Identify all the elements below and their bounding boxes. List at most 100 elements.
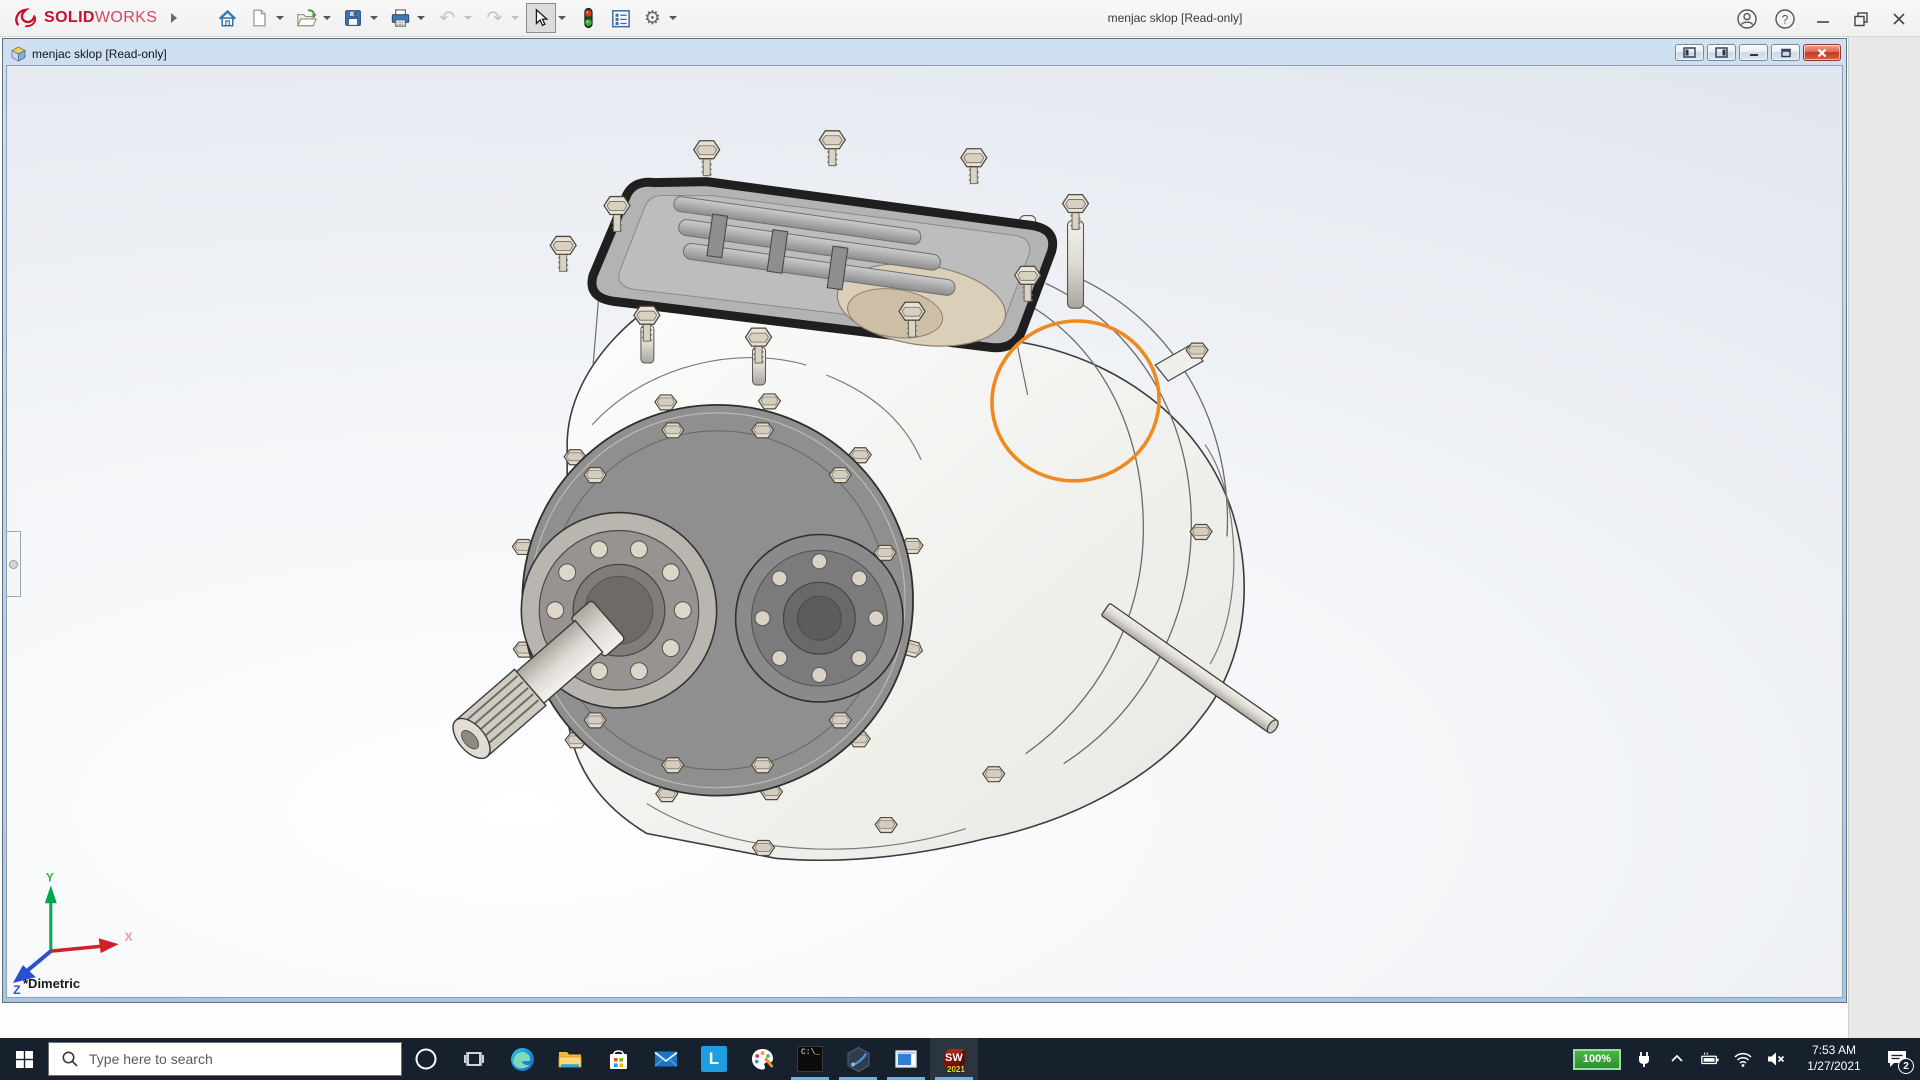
sw-year: 2021	[947, 1065, 965, 1074]
save-button[interactable]	[338, 3, 368, 33]
document-window-controls	[1675, 44, 1841, 61]
mail-icon	[653, 1046, 679, 1072]
axis-label-x: X	[125, 930, 133, 944]
microsoft-store-icon	[606, 1047, 631, 1072]
task-view-icon	[462, 1047, 486, 1071]
taskbar-app-edrawings[interactable]	[834, 1038, 882, 1080]
new-document-icon	[248, 7, 270, 29]
flyout-arrow-icon[interactable]	[171, 13, 177, 23]
toggle-right-pane-icon	[1715, 47, 1728, 58]
print-dropdown-caret[interactable]	[417, 16, 425, 20]
restore-icon	[1851, 9, 1871, 29]
minimize-button[interactable]	[1812, 8, 1834, 30]
client-area-gap	[1848, 37, 1920, 1038]
taskbar-clock[interactable]: 7:53 AM 1/27/2021	[1799, 1043, 1869, 1074]
paint-3d-icon	[749, 1046, 776, 1073]
axis-label-z: Z	[13, 983, 20, 997]
open-dropdown-caret[interactable]	[323, 16, 331, 20]
feature-pane-collapsed-tab[interactable]	[6, 531, 21, 597]
close-icon	[1816, 48, 1828, 58]
new-dropdown-caret[interactable]	[276, 16, 284, 20]
toggle-right-pane-button[interactable]	[1707, 44, 1736, 61]
edge-icon	[509, 1046, 536, 1073]
home-icon	[216, 7, 239, 30]
window-title: menjac sklop [Read-only]	[430, 11, 1920, 25]
taskbar-app-cad-viewer[interactable]	[882, 1038, 930, 1080]
view-orientation-label: *Dimetric	[23, 976, 80, 991]
help-button[interactable]: ?	[1774, 8, 1796, 30]
taskbar-app-mail[interactable]	[642, 1038, 690, 1080]
command-prompt-icon: C:\_	[797, 1046, 823, 1072]
titlebar-controls: ?	[1736, 0, 1910, 37]
clock-time: 7:53 AM	[1799, 1043, 1869, 1059]
taskbar-app-file-explorer[interactable]	[546, 1038, 594, 1080]
search-input[interactable]	[89, 1051, 359, 1067]
chevron-up-icon[interactable]	[1667, 1049, 1687, 1069]
taskbar-app-command-prompt[interactable]: C:\_	[786, 1038, 834, 1080]
edrawings-icon	[845, 1046, 872, 1073]
clock-date: 1/27/2021	[1799, 1059, 1869, 1075]
cad-viewer-icon	[893, 1046, 919, 1072]
document-titlebar[interactable]: menjac sklop [Read-only]	[6, 42, 1843, 65]
help-icon: ?	[1774, 8, 1796, 30]
windows-taskbar: L C:\_	[0, 1038, 1920, 1080]
taskbar-app-microsoft-store[interactable]	[594, 1038, 642, 1080]
print-icon	[389, 7, 412, 30]
bearing-cover-right	[736, 534, 903, 701]
save-dropdown-caret[interactable]	[370, 16, 378, 20]
taskbar-app-edge[interactable]	[498, 1038, 546, 1080]
taskbar-app-l-app[interactable]: L	[690, 1038, 738, 1080]
taskbar-app-paint-3d[interactable]	[738, 1038, 786, 1080]
doc-restore-button[interactable]	[1771, 44, 1800, 61]
print-button[interactable]	[385, 3, 415, 33]
doc-close-button[interactable]	[1803, 44, 1841, 61]
start-button[interactable]	[0, 1038, 48, 1080]
doc-minimize-button[interactable]	[1739, 44, 1768, 61]
sw-letters: SW	[945, 1052, 963, 1064]
battery-percent-indicator[interactable]: 100%	[1573, 1049, 1621, 1070]
new-document-button[interactable]	[244, 3, 274, 33]
brand-solid: SOLID	[44, 9, 95, 27]
minimize-icon	[1748, 48, 1760, 58]
cortana-icon	[414, 1047, 438, 1071]
gearbox-assembly-3d-model: Y X Z	[7, 66, 1842, 997]
file-explorer-icon	[557, 1046, 583, 1072]
home-button[interactable]	[212, 3, 242, 33]
l-app-icon: L	[701, 1046, 727, 1072]
solidworks-logo-icon	[12, 7, 40, 29]
solidworks-logo: SOLIDWORKS	[0, 7, 177, 29]
restore-icon	[1780, 48, 1792, 58]
taskbar-app-solidworks[interactable]: SW 2021	[930, 1038, 978, 1080]
workspace: menjac sklop [Read-only]	[0, 37, 1920, 1038]
restore-button[interactable]	[1850, 8, 1872, 30]
account-icon	[1736, 8, 1758, 30]
pane-handle-dot	[9, 560, 18, 569]
open-button[interactable]	[291, 3, 321, 33]
main-titlebar: SOLIDWORKS	[0, 0, 1920, 37]
wifi-icon[interactable]	[1733, 1049, 1753, 1069]
battery-status-icon[interactable]	[1700, 1049, 1720, 1069]
volume-muted-icon[interactable]	[1766, 1049, 1786, 1069]
screen: SOLIDWORKS	[0, 0, 1920, 1080]
notification-badge: 2	[1898, 1058, 1914, 1074]
search-icon	[61, 1050, 79, 1068]
usb-plug-icon[interactable]	[1634, 1049, 1654, 1069]
brand-works: WORKS	[95, 9, 157, 27]
windows-logo-icon	[16, 1051, 33, 1068]
axis-label-y: Y	[46, 870, 54, 884]
notification-center-button[interactable]: 2	[1882, 1046, 1912, 1072]
taskbar-app-task-view[interactable]	[450, 1038, 498, 1080]
svg-text:?: ?	[1782, 12, 1789, 26]
taskbar-search[interactable]	[48, 1042, 402, 1076]
graphics-viewport[interactable]: Y X Z *Dimetric	[6, 65, 1843, 998]
close-button[interactable]	[1888, 8, 1910, 30]
close-icon	[1889, 9, 1909, 29]
save-icon	[342, 7, 364, 29]
account-button[interactable]	[1736, 8, 1758, 30]
taskbar-app-cortana[interactable]	[402, 1038, 450, 1080]
document-title: menjac sklop [Read-only]	[32, 47, 167, 61]
solidworks-2021-icon: SW 2021	[940, 1045, 968, 1073]
toggle-left-pane-button[interactable]	[1675, 44, 1704, 61]
document-window: menjac sklop [Read-only]	[2, 38, 1847, 1003]
toggle-left-pane-icon	[1683, 47, 1696, 58]
